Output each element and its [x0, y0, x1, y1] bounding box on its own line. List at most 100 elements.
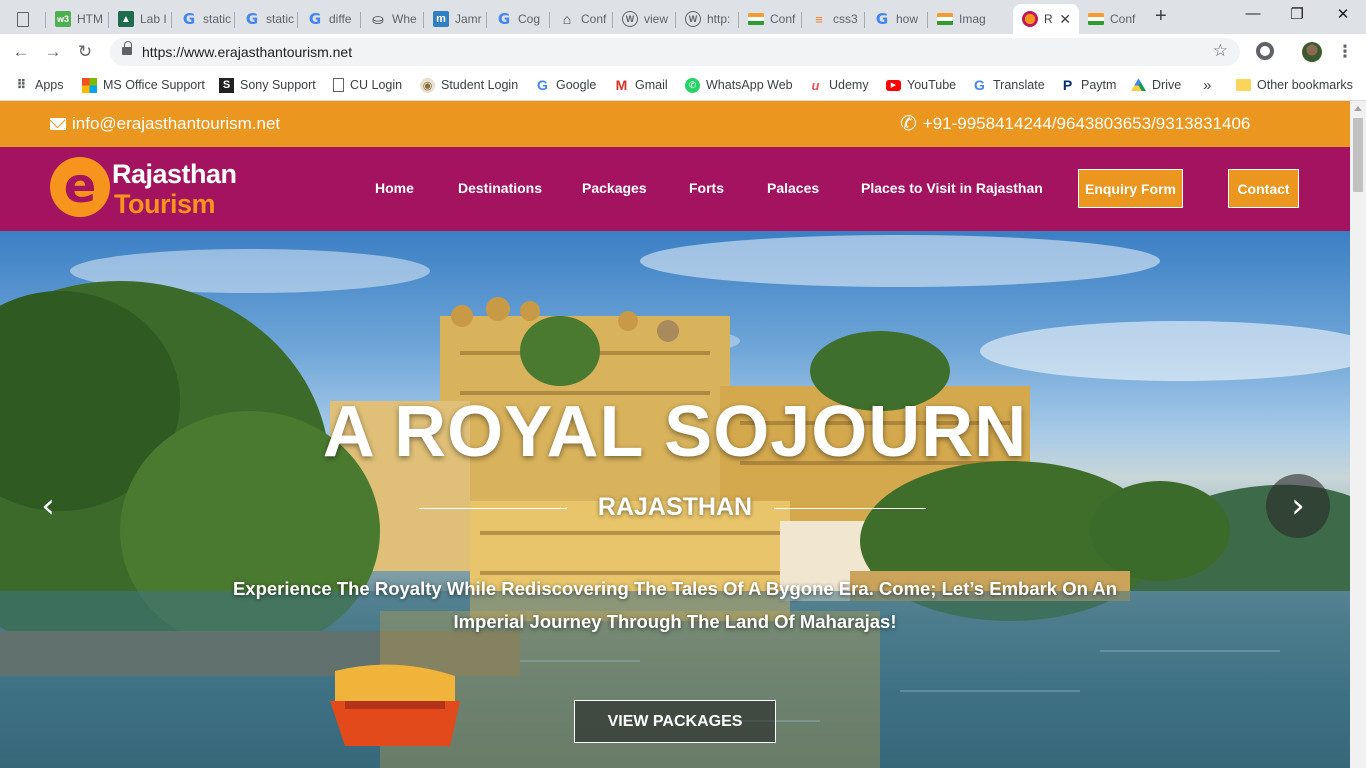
- bookmark-label: Gmail: [635, 78, 668, 92]
- bookmark-label: Udemy: [829, 78, 869, 92]
- logo-text-rajasthan: Rajasthan: [112, 159, 237, 189]
- tab-title: Conf: [770, 12, 796, 26]
- browser-tab-active[interactable]: R ✕: [1013, 4, 1079, 34]
- browser-tab[interactable]: Imag: [928, 4, 991, 34]
- browser-tab[interactable]: w3 HTM: [46, 4, 109, 34]
- slider-prev-arrow-icon[interactable]: ‹: [16, 474, 80, 538]
- bookmark-ms-office[interactable]: MS Office Support: [82, 76, 205, 94]
- india-flag-icon: [937, 13, 953, 25]
- bookmark-label: WhatsApp Web: [706, 78, 793, 92]
- browser-tab-strip: w3 HTM ▲ Lab I Gstatic Gstatic Gdiffe ⛀ Whe…: [0, 0, 1366, 34]
- google-icon: G: [308, 10, 322, 28]
- view-packages-button[interactable]: VIEW PACKAGES: [574, 700, 776, 743]
- w3schools-icon: w3: [55, 11, 71, 27]
- stackoverflow-icon: ≡: [815, 11, 823, 27]
- jamboard-icon: m: [433, 11, 449, 27]
- nav-places-to-visit[interactable]: Places to Visit in Rajasthan: [861, 180, 1043, 196]
- bookmarks-bar: ⠿ Apps MS Office Support S Sony Support CU…: [0, 70, 1366, 101]
- browser-tab[interactable]: Gdiffe: [298, 4, 361, 34]
- browser-tab[interactable]: ⛀ Whe: [361, 4, 424, 34]
- nav-forts[interactable]: Forts: [689, 180, 724, 196]
- menu-dots-icon[interactable]: ⋮: [1334, 41, 1356, 63]
- india-flag-icon: [1088, 13, 1104, 25]
- browser-tab[interactable]: Gstatic: [172, 4, 235, 34]
- nav-packages[interactable]: Packages: [582, 180, 647, 196]
- blank-page-icon: [17, 11, 29, 27]
- nav-home[interactable]: Home: [375, 180, 414, 196]
- bookmark-paytm[interactable]: P Paytm: [1060, 76, 1117, 94]
- browser-tab[interactable]: Gstatic: [235, 4, 298, 34]
- phone-text[interactable]: +91-9958414244/9643803653/9313831406: [923, 114, 1251, 134]
- bookmark-label: Paytm: [1081, 78, 1117, 92]
- bookmark-gmail[interactable]: M Gmail: [614, 76, 668, 94]
- paytm-icon: P: [1062, 77, 1073, 93]
- page-scrollbar[interactable]: [1350, 101, 1366, 768]
- bookmark-youtube[interactable]: ▶ YouTube: [886, 76, 956, 94]
- browser-tab[interactable]: Whttp:: [676, 4, 739, 34]
- microsoft-icon: [82, 77, 97, 93]
- youtube-icon: ▶: [886, 79, 901, 91]
- browser-tab[interactable]: Ghow: [865, 4, 928, 34]
- bookmark-cu-login[interactable]: CU Login: [333, 76, 402, 94]
- hero-tagline: Experience The Royalty While Rediscoveri…: [232, 578, 1118, 632]
- browser-tab[interactable]: [8, 4, 46, 34]
- tab-title: how: [896, 12, 919, 26]
- browser-tab[interactable]: ▲ Lab I: [109, 4, 172, 34]
- address-bar[interactable]: https://www.erajasthantourism.net ☆: [110, 38, 1240, 66]
- browser-tab[interactable]: Conf: [739, 4, 802, 34]
- bookmark-sony[interactable]: S Sony Support: [219, 76, 316, 94]
- contact-button[interactable]: Contact: [1228, 169, 1299, 208]
- browser-tab[interactable]: G Cog: [487, 4, 550, 34]
- close-window-button[interactable]: ✕: [1333, 5, 1353, 23]
- url-text[interactable]: https://www.erajasthantourism.net: [142, 44, 352, 60]
- browser-tab[interactable]: Wview: [613, 4, 676, 34]
- wordpress-icon: W: [685, 11, 701, 27]
- nav-destinations[interactable]: Destinations: [458, 180, 542, 196]
- minimize-button[interactable]: —: [1243, 5, 1263, 22]
- bookmark-student-login[interactable]: ◉ Student Login: [420, 76, 518, 94]
- scrollbar-thumb[interactable]: [1353, 118, 1363, 192]
- extension-icon[interactable]: [1256, 42, 1274, 60]
- nav-palaces[interactable]: Palaces: [767, 180, 819, 196]
- other-bookmarks-folder[interactable]: Other bookmarks: [1236, 76, 1353, 94]
- forward-button[interactable]: →: [42, 41, 64, 63]
- bookmark-label: Google: [556, 78, 597, 92]
- enquiry-form-button[interactable]: Enquiry Form: [1078, 169, 1183, 208]
- bookmark-drive[interactable]: Drive: [1131, 76, 1181, 94]
- sony-icon: S: [219, 77, 234, 93]
- tab-title: static: [266, 12, 295, 26]
- tab-title: Cog: [518, 12, 541, 26]
- bookmark-label: Drive: [1152, 78, 1182, 92]
- browser-tab[interactable]: ⌂ Conf: [550, 4, 613, 34]
- profile-avatar[interactable]: [1302, 42, 1322, 62]
- bookmark-translate[interactable]: G Translate: [972, 76, 1045, 94]
- apps-grid-icon: ⠿: [16, 77, 27, 92]
- reload-button[interactable]: ↻: [74, 41, 96, 63]
- bookmark-apps[interactable]: ⠿ Apps: [14, 76, 63, 94]
- phone-link[interactable]: ✆ +91-9958414244/9643803653/9313831406: [900, 114, 1250, 134]
- browser-tab[interactable]: ≡ css3: [802, 4, 865, 34]
- lock-icon[interactable]: [122, 41, 132, 57]
- email-text[interactable]: info@erajasthantourism.net: [72, 114, 280, 134]
- maximize-button[interactable]: ❐: [1287, 5, 1307, 23]
- back-button[interactable]: ←: [10, 41, 32, 63]
- browser-tab[interactable]: Conf: [1079, 4, 1142, 34]
- site-navigation: e Rajasthan Tourism Home Destinations Pa…: [0, 147, 1350, 231]
- browser-tab[interactable]: m Jamr: [424, 4, 487, 34]
- bookmark-google[interactable]: G Google: [535, 76, 596, 94]
- slider-next-arrow-icon[interactable]: ›: [1266, 474, 1330, 538]
- scroll-up-arrow-icon[interactable]: [1354, 106, 1362, 111]
- bookmarks-overflow-button[interactable]: »: [1203, 76, 1211, 94]
- wheel-icon: ⛀: [372, 10, 384, 27]
- bookmark-udemy[interactable]: u Udemy: [808, 76, 869, 94]
- site-logo[interactable]: e Rajasthan Tourism: [50, 155, 260, 219]
- bookmark-star-icon[interactable]: ☆: [1213, 41, 1228, 61]
- page-icon: [333, 78, 344, 92]
- google-icon: G: [182, 10, 196, 28]
- close-tab-icon[interactable]: ✕: [1059, 11, 1071, 28]
- translate-icon: G: [974, 77, 985, 93]
- new-tab-button[interactable]: +: [1155, 5, 1167, 28]
- email-link[interactable]: info@erajasthantourism.net: [50, 114, 280, 134]
- tab-title: view: [644, 12, 669, 26]
- bookmark-whatsapp[interactable]: ✆ WhatsApp Web: [685, 76, 793, 94]
